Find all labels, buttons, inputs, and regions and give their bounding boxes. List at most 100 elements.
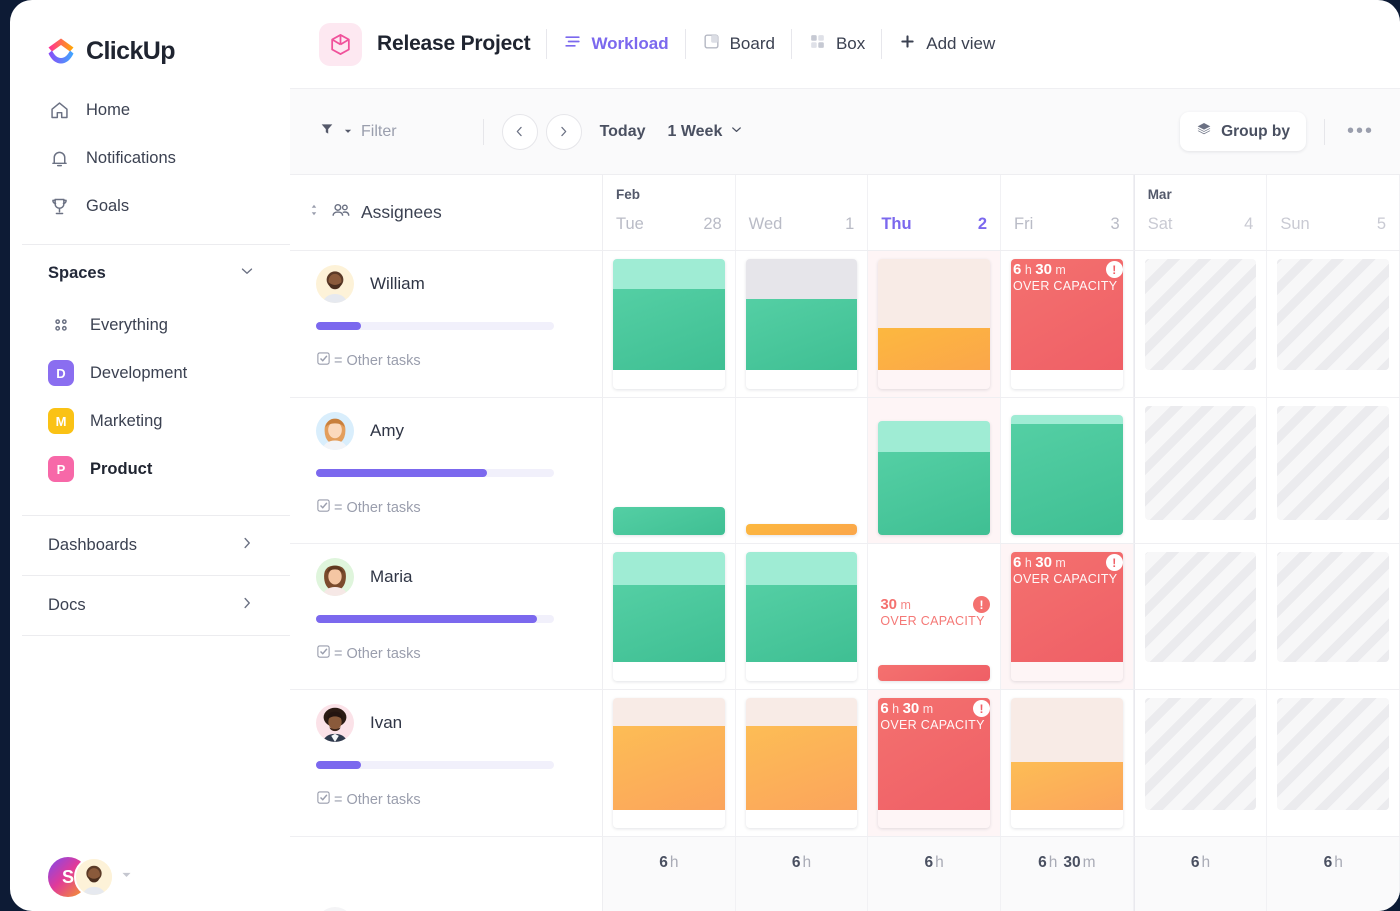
day-of-week: Wed (749, 215, 783, 234)
workload-cell[interactable] (736, 251, 869, 397)
workload-cell[interactable] (1001, 690, 1134, 836)
workload-cell[interactable]: 6 h 30 m ! OVER CAPACITY (1001, 544, 1134, 689)
range-selector[interactable]: 1 Week (668, 122, 745, 142)
other-tasks-legend: = Other tasks (316, 644, 580, 663)
day-header-sun[interactable]: Sun5 (1267, 175, 1400, 250)
workload-cell-weekend[interactable] (1267, 251, 1400, 397)
day-header-sat[interactable]: Mar Sat4 (1134, 175, 1268, 250)
workload-bar[interactable] (613, 698, 725, 828)
workload-bar-over-capacity[interactable] (878, 698, 990, 828)
workload-bar[interactable] (1011, 415, 1123, 535)
assignee-cell-unassigned[interactable]: x Unassigned (290, 888, 603, 911)
filter-button[interactable]: Filter (319, 121, 397, 142)
caret-down-icon[interactable] (120, 868, 133, 886)
tab-workload[interactable]: Workload (563, 32, 668, 56)
spaces-section-header[interactable]: Spaces (10, 245, 290, 301)
assignee-cell-maria[interactable]: Maria = Other tasks (290, 544, 603, 689)
workload-cell-weekend[interactable] (1134, 544, 1268, 689)
sidebar-item-development[interactable]: D Development (10, 349, 290, 397)
workload-cell[interactable]: 30 m ! OVER CAPACITY (868, 544, 1001, 689)
workload-bar[interactable] (746, 524, 858, 535)
workload-bar[interactable] (613, 507, 725, 535)
assignee-identity[interactable]: William (316, 265, 580, 303)
assignees-column-header[interactable]: Assignees (290, 175, 603, 250)
workload-cell[interactable] (736, 544, 869, 689)
workload-cell-weekend[interactable] (1134, 888, 1268, 911)
workload-cell[interactable] (868, 251, 1001, 397)
assignee-cell-ivan[interactable]: Ivan = Other tasks (290, 690, 603, 836)
day-number: 2 (978, 215, 987, 234)
filter-icon (319, 121, 335, 142)
sidebar-item-goals[interactable]: Goals (10, 182, 290, 230)
workload-cell[interactable] (868, 398, 1001, 543)
sidebar-item-notifications[interactable]: Notifications (10, 134, 290, 182)
workload-cell[interactable] (736, 398, 869, 543)
tab-board[interactable]: Board (702, 32, 775, 56)
prev-period-button[interactable] (502, 114, 538, 150)
bar-segment-tasks (613, 585, 725, 662)
day-header-fri[interactable]: Fri3 (1001, 175, 1134, 250)
workload-cell-weekend[interactable] (1134, 251, 1268, 397)
grid-header: Assignees Feb Tue28 Wed1 Thu2 Fri3 (290, 175, 1400, 251)
workload-cell-weekend[interactable] (1134, 398, 1268, 543)
workload-cell[interactable]: 6 h 30 m ! OVER CAPACITY (1001, 251, 1134, 397)
month-label: Mar (1148, 187, 1254, 207)
user-avatar[interactable] (74, 857, 114, 897)
workload-bar[interactable] (746, 259, 858, 389)
workload-bar[interactable] (746, 698, 858, 828)
checkbox-icon (316, 790, 331, 809)
assignee-cell-amy[interactable]: Amy = Other tasks (290, 398, 603, 543)
day-header-wed[interactable]: Wed1 (736, 175, 869, 250)
workload-cell[interactable]: 6 h 30 m ! OVER CAPACITY (868, 690, 1001, 836)
workload-cell[interactable] (603, 251, 736, 397)
brand-logo[interactable]: ClickUp (10, 0, 290, 74)
sidebar-item-home[interactable]: Home (10, 86, 290, 134)
workload-cell-weekend[interactable] (1267, 888, 1400, 911)
workload-cell-weekend[interactable] (1267, 398, 1400, 543)
sort-icon[interactable] (308, 203, 320, 222)
workload-bar[interactable] (746, 552, 858, 681)
today-button[interactable]: Today (600, 123, 646, 141)
assignee-identity[interactable]: Amy (316, 412, 580, 450)
day-header-thu[interactable]: Thu2 (868, 175, 1001, 250)
sidebar-item-product[interactable]: P Product (10, 445, 290, 493)
workload-bar[interactable] (613, 552, 725, 681)
sidebar-item-marketing[interactable]: M Marketing (10, 397, 290, 445)
sidebar-item-docs[interactable]: Docs (10, 576, 290, 635)
assignee-identity[interactable]: Maria (316, 558, 580, 596)
workload-cell-weekend[interactable] (1134, 690, 1268, 836)
workload-cell[interactable] (868, 888, 1001, 911)
more-options-button[interactable]: ••• (1343, 120, 1378, 143)
workload-cell-weekend[interactable] (1267, 690, 1400, 836)
workload-cell[interactable] (1001, 888, 1134, 911)
sidebar-item-dashboards[interactable]: Dashboards (10, 516, 290, 575)
day-header-tue[interactable]: Feb Tue28 (603, 175, 736, 250)
sidebar-item-everything[interactable]: Everything (10, 301, 290, 349)
workload-cell[interactable] (603, 888, 736, 911)
workload-cell[interactable] (736, 690, 869, 836)
avatar-stack[interactable]: S (48, 857, 114, 897)
group-by-button[interactable]: Group by (1180, 112, 1306, 151)
workload-bar[interactable] (1011, 698, 1123, 828)
workload-cell-weekend[interactable] (1267, 544, 1400, 689)
workload-cell[interactable] (603, 690, 736, 836)
workload-cell[interactable] (1001, 398, 1134, 543)
workload-cell[interactable] (736, 888, 869, 911)
next-period-button[interactable] (546, 114, 582, 150)
chevron-right-icon[interactable] (238, 594, 256, 617)
assignee-cell-william[interactable]: William = Other tasks (290, 251, 603, 397)
assignee-identity[interactable]: Ivan (316, 704, 580, 742)
workload-bar[interactable] (613, 259, 725, 389)
chevron-down-icon[interactable] (238, 262, 256, 285)
chevron-right-icon[interactable] (238, 534, 256, 557)
workload-bar[interactable] (878, 259, 990, 389)
day-of-week: Sun (1280, 215, 1309, 234)
workload-bar-over-capacity[interactable] (1011, 259, 1123, 389)
workload-cell[interactable] (603, 398, 736, 543)
tab-box[interactable]: Box (808, 32, 865, 56)
add-view-button[interactable]: Add view (898, 32, 995, 56)
workload-bar-over-capacity[interactable] (878, 665, 990, 681)
workload-bar[interactable] (878, 421, 990, 535)
workload-cell[interactable] (603, 544, 736, 689)
workload-bar-over-capacity[interactable] (1011, 552, 1123, 681)
